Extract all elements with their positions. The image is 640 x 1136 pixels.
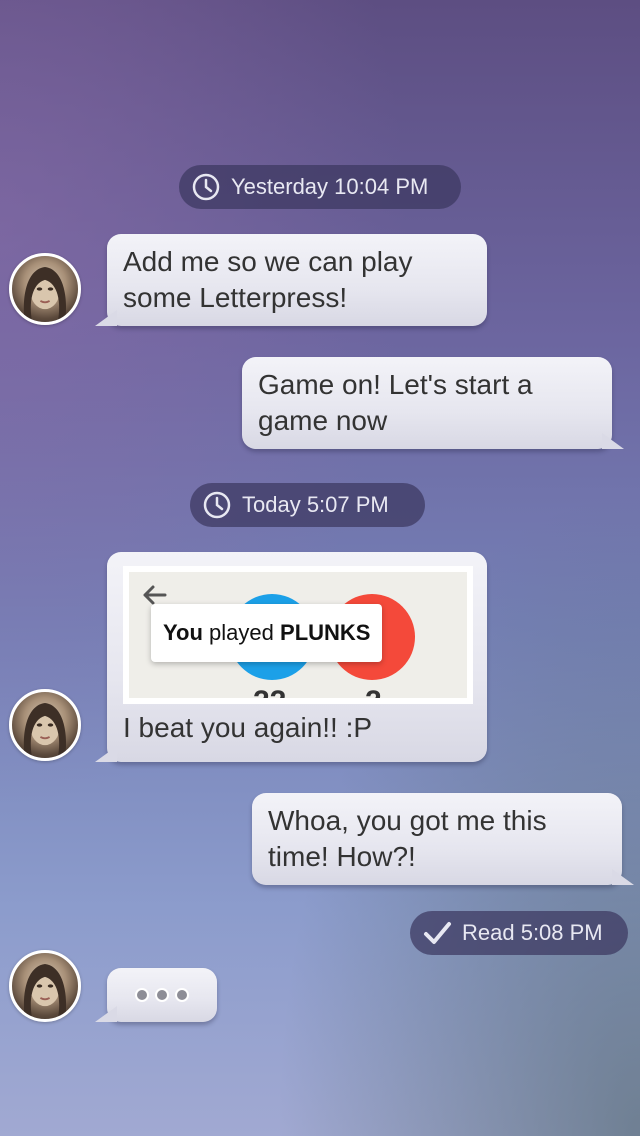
contact-avatar[interactable] [9, 253, 81, 325]
toast-played: played [209, 620, 274, 645]
message-text: Whoa, you got me this time! How?! [268, 805, 547, 872]
typing-dot [135, 988, 149, 1002]
game-card[interactable]: 22 2 You played PLUNKS [123, 566, 473, 704]
message-bubble-incoming-game[interactable]: 22 2 You played PLUNKS I beat you again!… [95, 552, 487, 762]
toast-you: You [163, 620, 203, 645]
toast-word: PLUNKS [280, 620, 371, 645]
contact-photo [23, 703, 67, 758]
read-receipt-text: Read 5:08 PM [462, 920, 603, 945]
clock-icon [203, 491, 231, 519]
timestamp-text: Yesterday 10:04 PM [231, 174, 429, 199]
message-bubble-outgoing[interactable]: Game on! Let's start a game now [242, 357, 624, 449]
played-word-toast: You played PLUNKS [151, 604, 383, 662]
score-right: 2 [365, 684, 382, 698]
typing-indicator [95, 968, 217, 1022]
message-text: Game on! Let's start a game now [258, 369, 533, 436]
typing-dot [155, 988, 169, 1002]
contact-photo [23, 964, 67, 1019]
game-card-preview: 22 2 You played PLUNKS [129, 572, 467, 698]
typing-dot [175, 988, 189, 1002]
message-text: I beat you again!! :P [123, 712, 373, 743]
checkmark-icon [424, 922, 451, 944]
timestamp-today: Today 5:07 PM [190, 483, 425, 527]
read-receipt: Read 5:08 PM [410, 911, 628, 955]
timestamp-text: Today 5:07 PM [242, 492, 389, 517]
score-left: 22 [253, 684, 286, 698]
contact-photo [23, 267, 67, 322]
contact-avatar[interactable] [9, 689, 81, 761]
message-bubble-incoming[interactable]: Add me so we can play some Letterpress! [95, 234, 487, 326]
message-text: Add me so we can play some Letterpress! [123, 246, 413, 313]
timestamp-yesterday: Yesterday 10:04 PM [179, 165, 461, 209]
clock-icon [192, 173, 220, 201]
message-bubble-outgoing[interactable]: Whoa, you got me this time! How?! [252, 793, 634, 885]
contact-avatar[interactable] [9, 950, 81, 1022]
